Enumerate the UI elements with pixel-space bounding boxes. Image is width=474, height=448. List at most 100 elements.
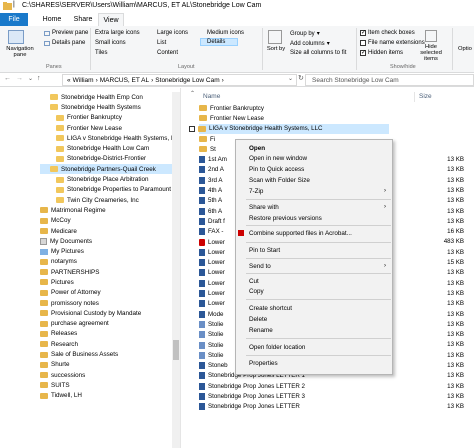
nav-item[interactable]: Sale of Business Assets [40,349,172,359]
column-header-size[interactable]: Size [419,93,432,100]
file-row[interactable]: Stoneb [199,361,228,371]
back-arrow-icon[interactable]: ← [4,75,11,82]
file-row[interactable]: 6th A [199,206,222,216]
navigation-pane-button[interactable]: Navigation pane [0,46,40,58]
context-menu-item[interactable]: Scan with Folder Size [249,177,389,184]
item-checkboxes-toggle[interactable]: ✓ Item check boxes [360,30,415,36]
up-arrow-icon[interactable]: ↑ [37,75,41,82]
file-row[interactable]: Stonebridge Prop Jones LETTER 3 [199,391,305,401]
file-row[interactable]: Lower [199,288,225,298]
tab-view[interactable]: View [98,13,124,26]
file-row[interactable]: Stonebridge Prop Jones LETTER 2 [199,381,305,391]
row-checkbox[interactable] [189,125,195,132]
layout-tiles[interactable]: Tiles [95,50,107,56]
layout-details[interactable]: Details [200,38,239,46]
nav-item[interactable]: purchase agreement [40,319,172,329]
nav-scrollbar-thumb[interactable] [173,340,179,360]
file-row[interactable]: Stolie [199,319,223,329]
forward-arrow-icon[interactable]: → [16,75,23,82]
layout-extra-large-icons[interactable]: Extra large icons [95,30,140,36]
nav-item[interactable]: notaryms [40,257,172,267]
refresh-icon[interactable]: ↻ [298,74,304,82]
nav-item[interactable]: Research [40,339,172,349]
address-dropdown-icon[interactable]: ⌄ [288,75,293,82]
nav-item[interactable]: Matrimonal Regime [40,205,172,215]
layout-content[interactable]: Content [157,50,178,56]
details-pane-button[interactable]: Details pane [44,40,85,46]
file-row[interactable]: Lower [199,237,225,247]
nav-scrollbar[interactable] [172,92,180,448]
breadcrumb-william[interactable]: William [73,77,94,84]
context-menu-item[interactable]: Cut [249,278,389,285]
group-by-button[interactable]: Group by ▾ [290,30,320,38]
recent-locations-icon[interactable]: ⌄ [28,75,33,82]
file-row[interactable]: Draft f [199,216,225,226]
nav-item[interactable]: Frontier Bankruptcy [40,113,172,123]
layout-list[interactable]: List [157,40,166,46]
nav-item[interactable]: My Documents [40,236,172,246]
sort-by-icon[interactable] [268,30,282,44]
hide-selected-icon[interactable] [425,30,437,42]
breadcrumb-marcus[interactable]: MARCUS, ET AL [100,77,149,84]
sort-by-button[interactable]: Sort by [266,46,286,52]
nav-item[interactable]: Tidwell, LH [40,391,172,401]
nav-item[interactable]: My Pictures [40,246,172,256]
context-menu-item[interactable]: Create shortcut [249,305,389,312]
file-row[interactable]: Frontier Bankruptcy [199,103,264,113]
context-menu-item[interactable]: Rename [249,327,389,334]
file-row[interactable]: 2nd A [199,165,224,175]
file-row[interactable]: Stolie [199,350,223,360]
file-row[interactable]: Lower [199,299,225,309]
nav-item[interactable]: Power of Attorney [40,288,172,298]
add-columns-button[interactable]: Add columns ▾ [290,40,330,48]
file-row[interactable]: Stolie [199,340,223,350]
file-row[interactable]: Lower [199,268,225,278]
context-menu-item[interactable]: Pin to Quick access [249,166,389,173]
nav-item[interactable]: LIGA v Stonebridge Health Systems, LL [40,133,178,143]
nav-item[interactable]: Stonebridge Health Low Cam [40,143,172,153]
nav-item[interactable]: Stonebridge Place Arbitration [40,174,172,184]
nav-item[interactable]: Provisional Custody by Mandate [40,308,172,318]
navigation-pane-icon[interactable] [8,30,24,44]
nav-item[interactable]: promissory notes [40,298,172,308]
hidden-items-toggle[interactable]: ✓ Hidden items [360,50,403,56]
nav-item[interactable]: Stonebridge Properties to Paramount [40,185,172,195]
file-row[interactable]: Fi [199,134,215,144]
nav-item[interactable]: Twin City Creameries, Inc [40,195,172,205]
file-row[interactable]: 3rd A [199,175,222,185]
nav-item[interactable]: Releases [40,329,172,339]
layout-medium-icons[interactable]: Medium icons [207,30,244,36]
file-row[interactable]: 5th A [199,196,222,206]
file-row[interactable]: Stonebridge Prop Jones LETTER [199,402,300,412]
file-row[interactable]: 1st Am [199,155,227,165]
column-header-name[interactable]: Name [203,93,220,100]
context-menu-item[interactable]: Open folder location [249,344,389,351]
nav-item[interactable]: PARTNERSHIPS [40,267,172,277]
context-menu-item[interactable]: Properties [249,360,389,367]
nav-item[interactable]: Medicare [40,226,172,236]
file-row[interactable]: Mode [199,309,223,319]
file-row[interactable]: Stolie [199,330,223,340]
breadcrumb-current[interactable]: Stonebridge Low Cam [155,77,219,84]
layout-small-icons[interactable]: Small icons [95,40,126,46]
options-button[interactable]: Optio [458,46,472,52]
nav-item[interactable]: Stonebridge Health Systems [40,102,172,112]
context-menu-item[interactable]: Copy [249,288,389,295]
nav-item[interactable]: SUITS [40,380,172,390]
nav-item[interactable]: Stonebridge-District-Frontier [40,154,172,164]
nav-item[interactable]: Frontier New Lease [40,123,172,133]
file-row[interactable]: Lower [199,278,225,288]
file-row[interactable]: Frontier New Lease [199,113,264,123]
context-menu-item[interactable]: Open in new window [249,155,389,162]
file-row[interactable]: LIGA v Stonebridge Health Systems, LLC [189,123,389,134]
file-row[interactable]: Lower [199,258,225,268]
file-row[interactable]: St [199,144,216,154]
nav-item[interactable]: Stonebridge Health Emp Con [40,92,172,102]
tab-share[interactable]: Share [70,13,96,26]
context-menu-item[interactable]: Send to [249,263,389,270]
tab-home[interactable]: Home [38,13,66,26]
context-menu-item[interactable]: Combine supported files in Acrobat... [249,230,389,237]
file-row[interactable]: FAX - [199,227,223,237]
preview-pane-button[interactable]: Preview pane [44,30,88,36]
nav-item[interactable]: Shurte [40,360,172,370]
